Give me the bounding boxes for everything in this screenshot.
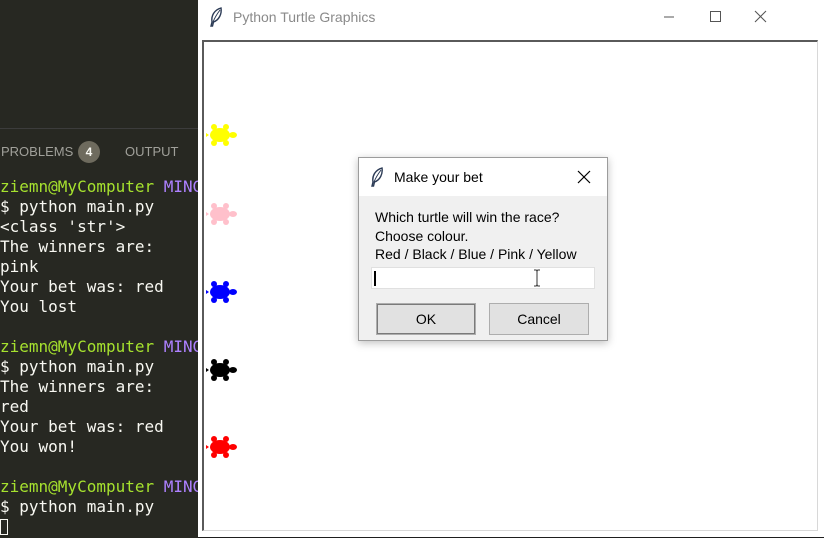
prompt-line: Red / Black / Blue / Pink / Yellow: [375, 246, 577, 262]
panel-tabs: PROBLEMS 4 OUTPUT: [0, 141, 198, 163]
terminal-host: MINGW: [163, 177, 198, 196]
terminal-user: ziemn@MyComputer: [0, 177, 155, 196]
terminal-host: MINGW: [163, 477, 198, 496]
terminal-user: ziemn@MyComputer: [0, 477, 155, 496]
terminal-line: ziemn@MyComputer MINGW: [0, 337, 198, 357]
terminal-line: red: [0, 397, 29, 416]
terminal-line: Your bet was: red: [0, 417, 164, 436]
turtle-icon: [206, 435, 240, 459]
terminal-line: Your bet was: red: [0, 277, 164, 296]
tab-problems[interactable]: PROBLEMS: [1, 144, 73, 159]
ok-button[interactable]: OK: [376, 303, 476, 335]
terminal-cursor: [0, 519, 8, 535]
window-title: Python Turtle Graphics: [233, 9, 376, 25]
terminal-line: <class 'str'>: [0, 217, 126, 236]
terminal-line: The winners are:: [0, 237, 155, 256]
terminal-user: ziemn@MyComputer: [0, 337, 155, 356]
terminal-line: The winners are:: [0, 377, 155, 396]
turtle-icon: [206, 202, 240, 226]
turtle-icon: [206, 280, 240, 304]
close-button[interactable]: [738, 0, 784, 34]
turtle-icon: [206, 123, 240, 147]
feather-icon: [209, 7, 223, 32]
terminal[interactable]: ziemn@MyComputer MINGW$ python main.py<c…: [0, 177, 198, 537]
terminal-line: $ python main.py: [0, 197, 155, 216]
terminal-cursor-line: [0, 517, 198, 537]
window-titlebar: Python Turtle Graphics: [198, 0, 824, 36]
editor-area: [0, 0, 198, 128]
tab-output[interactable]: OUTPUT: [125, 144, 178, 159]
terminal-line: $ python main.py: [0, 357, 155, 376]
bet-input[interactable]: [371, 267, 595, 289]
problems-count-badge: 4: [78, 141, 100, 163]
terminal-line: ziemn@MyComputer MINGW: [0, 177, 198, 197]
bet-dialog: Make your bet Which turtle will win the …: [358, 157, 608, 341]
text-caret: [374, 271, 376, 286]
feather-icon: [370, 167, 384, 192]
terminal-line: pink: [0, 257, 39, 276]
minimize-button[interactable]: [646, 0, 692, 34]
prompt-line: Which turtle will win the race?: [375, 209, 560, 225]
terminal-line: $ python main.py: [0, 497, 155, 516]
dialog-title: Make your bet: [394, 169, 483, 185]
terminal-line: You lost: [0, 297, 78, 316]
maximize-button[interactable]: [692, 0, 738, 34]
dialog-close-button[interactable]: [573, 166, 595, 188]
dialog-titlebar: Make your bet: [359, 158, 607, 196]
ibeam-cursor-icon: [533, 269, 541, 292]
terminal-line: You won!: [0, 437, 78, 456]
turtle-icon: [206, 358, 240, 382]
dialog-prompt: Which turtle will win the race? Choose c…: [375, 208, 577, 264]
bottom-panel: PROBLEMS 4 OUTPUT ziemn@MyComputer MINGW…: [0, 128, 198, 538]
prompt-line: Choose colour.: [375, 227, 469, 244]
cancel-button[interactable]: Cancel: [489, 303, 589, 335]
terminal-host: MINGW: [163, 337, 198, 356]
terminal-line: ziemn@MyComputer MINGW: [0, 477, 198, 497]
